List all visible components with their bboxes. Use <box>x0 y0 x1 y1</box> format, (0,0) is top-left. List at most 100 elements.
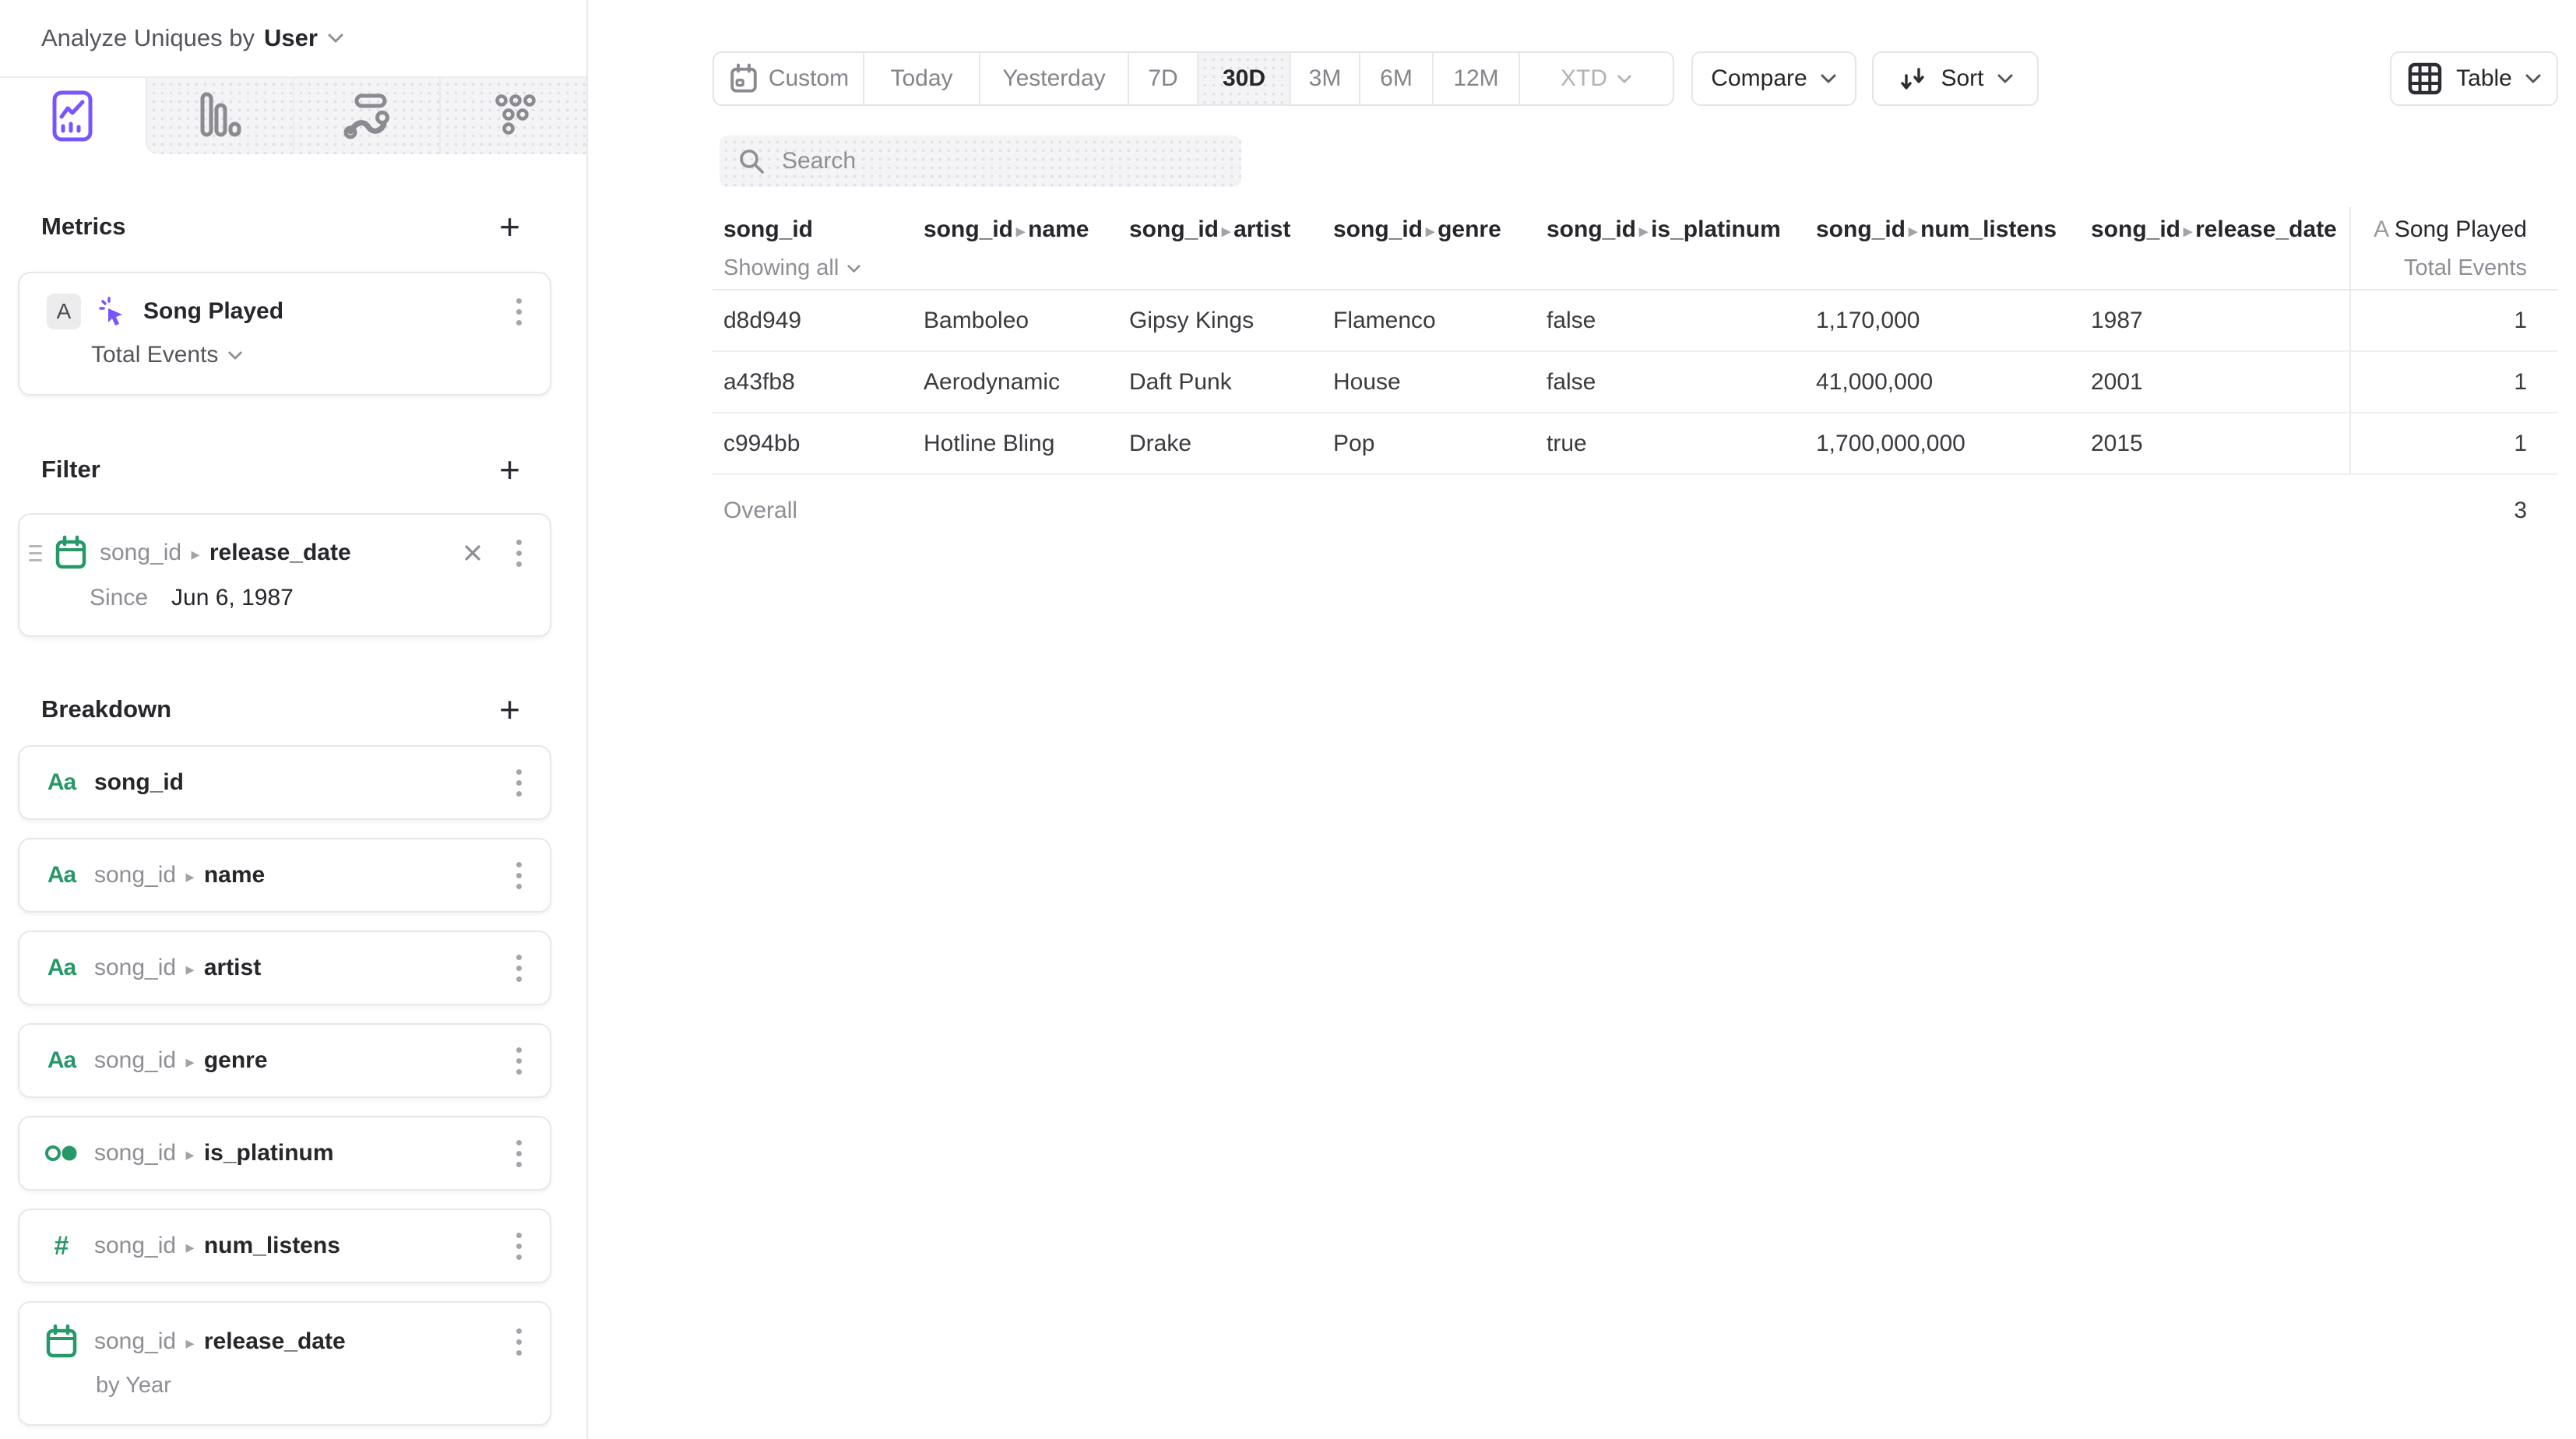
breakdown-property: num_listens <box>204 1233 340 1258</box>
cell-artist: Drake <box>1118 413 1322 473</box>
column-header-name[interactable]: song_id▸name <box>913 207 1118 289</box>
date-type-icon <box>44 1323 79 1360</box>
showing-all-dropdown[interactable]: Showing all <box>723 255 913 281</box>
breakdown-card-artist[interactable]: Aa song_id ▸ artist <box>18 931 551 1005</box>
cell-name: Bamboleo <box>913 290 1118 350</box>
tab-bar-chart[interactable] <box>146 78 293 154</box>
column-header-is-platinum[interactable]: song_id▸is_platinum <box>1536 207 1805 289</box>
breakdown-card-num-listens[interactable]: # song_id ▸ num_listens <box>18 1209 551 1283</box>
chevron-down-icon <box>227 350 243 361</box>
column-prefix: song_id <box>2091 216 2180 242</box>
add-metric-button[interactable]: + <box>499 209 520 245</box>
remove-filter-icon[interactable] <box>462 542 484 564</box>
column-header-genre[interactable]: song_id▸genre <box>1322 207 1536 289</box>
sidebar-body: Metrics + A Song Played Total Events <box>0 209 586 1426</box>
chevron-down-icon <box>2525 73 2542 84</box>
kebab-menu-icon[interactable] <box>512 857 526 894</box>
property-arrow-icon: ▸ <box>1222 221 1230 241</box>
view-type-button[interactable]: Table <box>2390 51 2558 106</box>
chevron-down-icon <box>1820 73 1837 84</box>
filter-card[interactable]: song_id ▸ release_date Since Jun 6, 1987 <box>18 513 551 637</box>
range-today[interactable]: Today <box>863 53 979 104</box>
table-row[interactable]: a43fb8 Aerodynamic Daft Punk House false… <box>713 352 2558 413</box>
cell-num-listens: 1,700,000,000 <box>1805 413 2080 473</box>
calendar-icon <box>728 62 759 95</box>
range-6m[interactable]: 6M <box>1359 53 1432 104</box>
kebab-menu-icon[interactable] <box>512 1043 526 1079</box>
range-3m[interactable]: 3M <box>1290 53 1359 104</box>
kebab-menu-icon[interactable] <box>512 950 526 987</box>
range-label: 12M <box>1453 65 1498 92</box>
column-header-num-listens[interactable]: song_id▸num_listens <box>1805 207 2080 289</box>
range-12m[interactable]: 12M <box>1432 53 1519 104</box>
kebab-menu-icon[interactable] <box>512 294 526 330</box>
table-row[interactable]: d8d949 Bamboleo Gipsy Kings Flamenco fal… <box>713 290 2558 352</box>
breakdown-card-name[interactable]: Aa song_id ▸ name <box>18 838 551 913</box>
metric-card[interactable]: A Song Played Total Events <box>18 272 551 396</box>
cell-release-date: 2001 <box>2080 352 2349 412</box>
kebab-menu-icon[interactable] <box>512 765 526 801</box>
analyze-entity-dropdown[interactable]: User <box>264 24 318 52</box>
range-7d[interactable]: 7D <box>1128 53 1197 104</box>
compare-label: Compare <box>1711 65 1807 92</box>
filter-operator-dropdown[interactable]: Since <box>90 585 148 611</box>
add-filter-button[interactable]: + <box>499 452 520 487</box>
range-label: Yesterday <box>1002 65 1105 92</box>
kebab-menu-icon[interactable] <box>512 535 526 572</box>
breakdown-bucket-label[interactable]: by Year <box>96 1373 526 1399</box>
compare-button[interactable]: Compare <box>1691 51 1856 106</box>
analyze-label: Analyze Uniques by <box>41 24 255 52</box>
column-header-song-id[interactable]: song_id Showing all <box>713 207 913 289</box>
breakdown-prefix: song_id <box>94 1140 176 1166</box>
breakdown-property: release_date <box>204 1328 346 1354</box>
breakdown-prefix: song_id <box>94 862 176 888</box>
overall-value: 3 <box>2349 475 2558 547</box>
table-search[interactable] <box>720 135 1241 187</box>
property-arrow-icon: ▸ <box>1909 221 1917 241</box>
text-type-icon: Aa <box>48 1047 76 1074</box>
search-icon <box>737 146 766 176</box>
breakdown-card-song-id[interactable]: Aa song_id <box>18 745 551 820</box>
breakdown-card-release-date[interactable]: song_id ▸ release_date by Year <box>18 1301 551 1426</box>
property-arrow-icon: ▸ <box>185 959 194 979</box>
kebab-menu-icon[interactable] <box>512 1324 526 1360</box>
range-30d-selected[interactable]: 30D <box>1197 53 1290 104</box>
cell-genre: Flamenco <box>1322 290 1536 350</box>
chevron-down-icon[interactable] <box>327 33 344 44</box>
metrics-section-header: Metrics + <box>18 209 551 245</box>
chevron-down-icon <box>1617 74 1632 84</box>
breakdown-card-genre[interactable]: Aa song_id ▸ genre <box>18 1023 551 1098</box>
range-label: 6M <box>1380 65 1413 92</box>
kebab-menu-icon[interactable] <box>512 1228 526 1265</box>
add-breakdown-button[interactable]: + <box>499 691 520 727</box>
range-custom[interactable]: Custom <box>714 53 863 104</box>
column-header-metric[interactable]: A Song Played Total Events <box>2349 207 2558 289</box>
range-yesterday[interactable]: Yesterday <box>979 53 1128 104</box>
metric-event-name[interactable]: Song Played <box>143 298 283 325</box>
sort-button[interactable]: Sort <box>1872 51 2039 106</box>
metric-aggregation-dropdown[interactable]: Total Events <box>91 342 526 368</box>
cell-artist: Daft Punk <box>1118 352 1322 412</box>
tab-insights-selected[interactable] <box>0 78 146 154</box>
report-main: Custom Today Yesterday 7D 30D 3M 6M 12M … <box>588 0 2576 1439</box>
cell-metric-value: 1 <box>2349 352 2558 412</box>
range-xtd[interactable]: XTD <box>1519 53 1673 104</box>
cell-metric-value: 1 <box>2349 290 2558 350</box>
column-title: song_id <box>723 216 813 242</box>
filter-value[interactable]: Jun 6, 1987 <box>171 585 294 611</box>
breakdown-card-is-platinum[interactable]: song_id ▸ is_platinum <box>18 1116 551 1191</box>
aggregation-label: Total Events <box>91 342 218 368</box>
column-header-artist[interactable]: song_id▸artist <box>1118 207 1322 289</box>
cell-song-id: d8d949 <box>713 290 913 350</box>
column-header-release-date[interactable]: song_id▸release_date <box>2080 207 2349 289</box>
drag-handle-icon[interactable] <box>29 545 42 561</box>
table-row[interactable]: c994bb Hotline Bling Drake Pop true 1,70… <box>713 413 2558 475</box>
search-input[interactable] <box>780 147 1224 175</box>
property-arrow-icon: ▸ <box>185 1333 194 1353</box>
column-title: artist <box>1233 216 1290 242</box>
tab-funnel-flow[interactable] <box>293 78 440 154</box>
property-arrow-icon: ▸ <box>185 1145 194 1164</box>
tab-retention[interactable] <box>439 78 586 154</box>
showing-all-label: Showing all <box>723 255 839 281</box>
kebab-menu-icon[interactable] <box>512 1135 526 1172</box>
